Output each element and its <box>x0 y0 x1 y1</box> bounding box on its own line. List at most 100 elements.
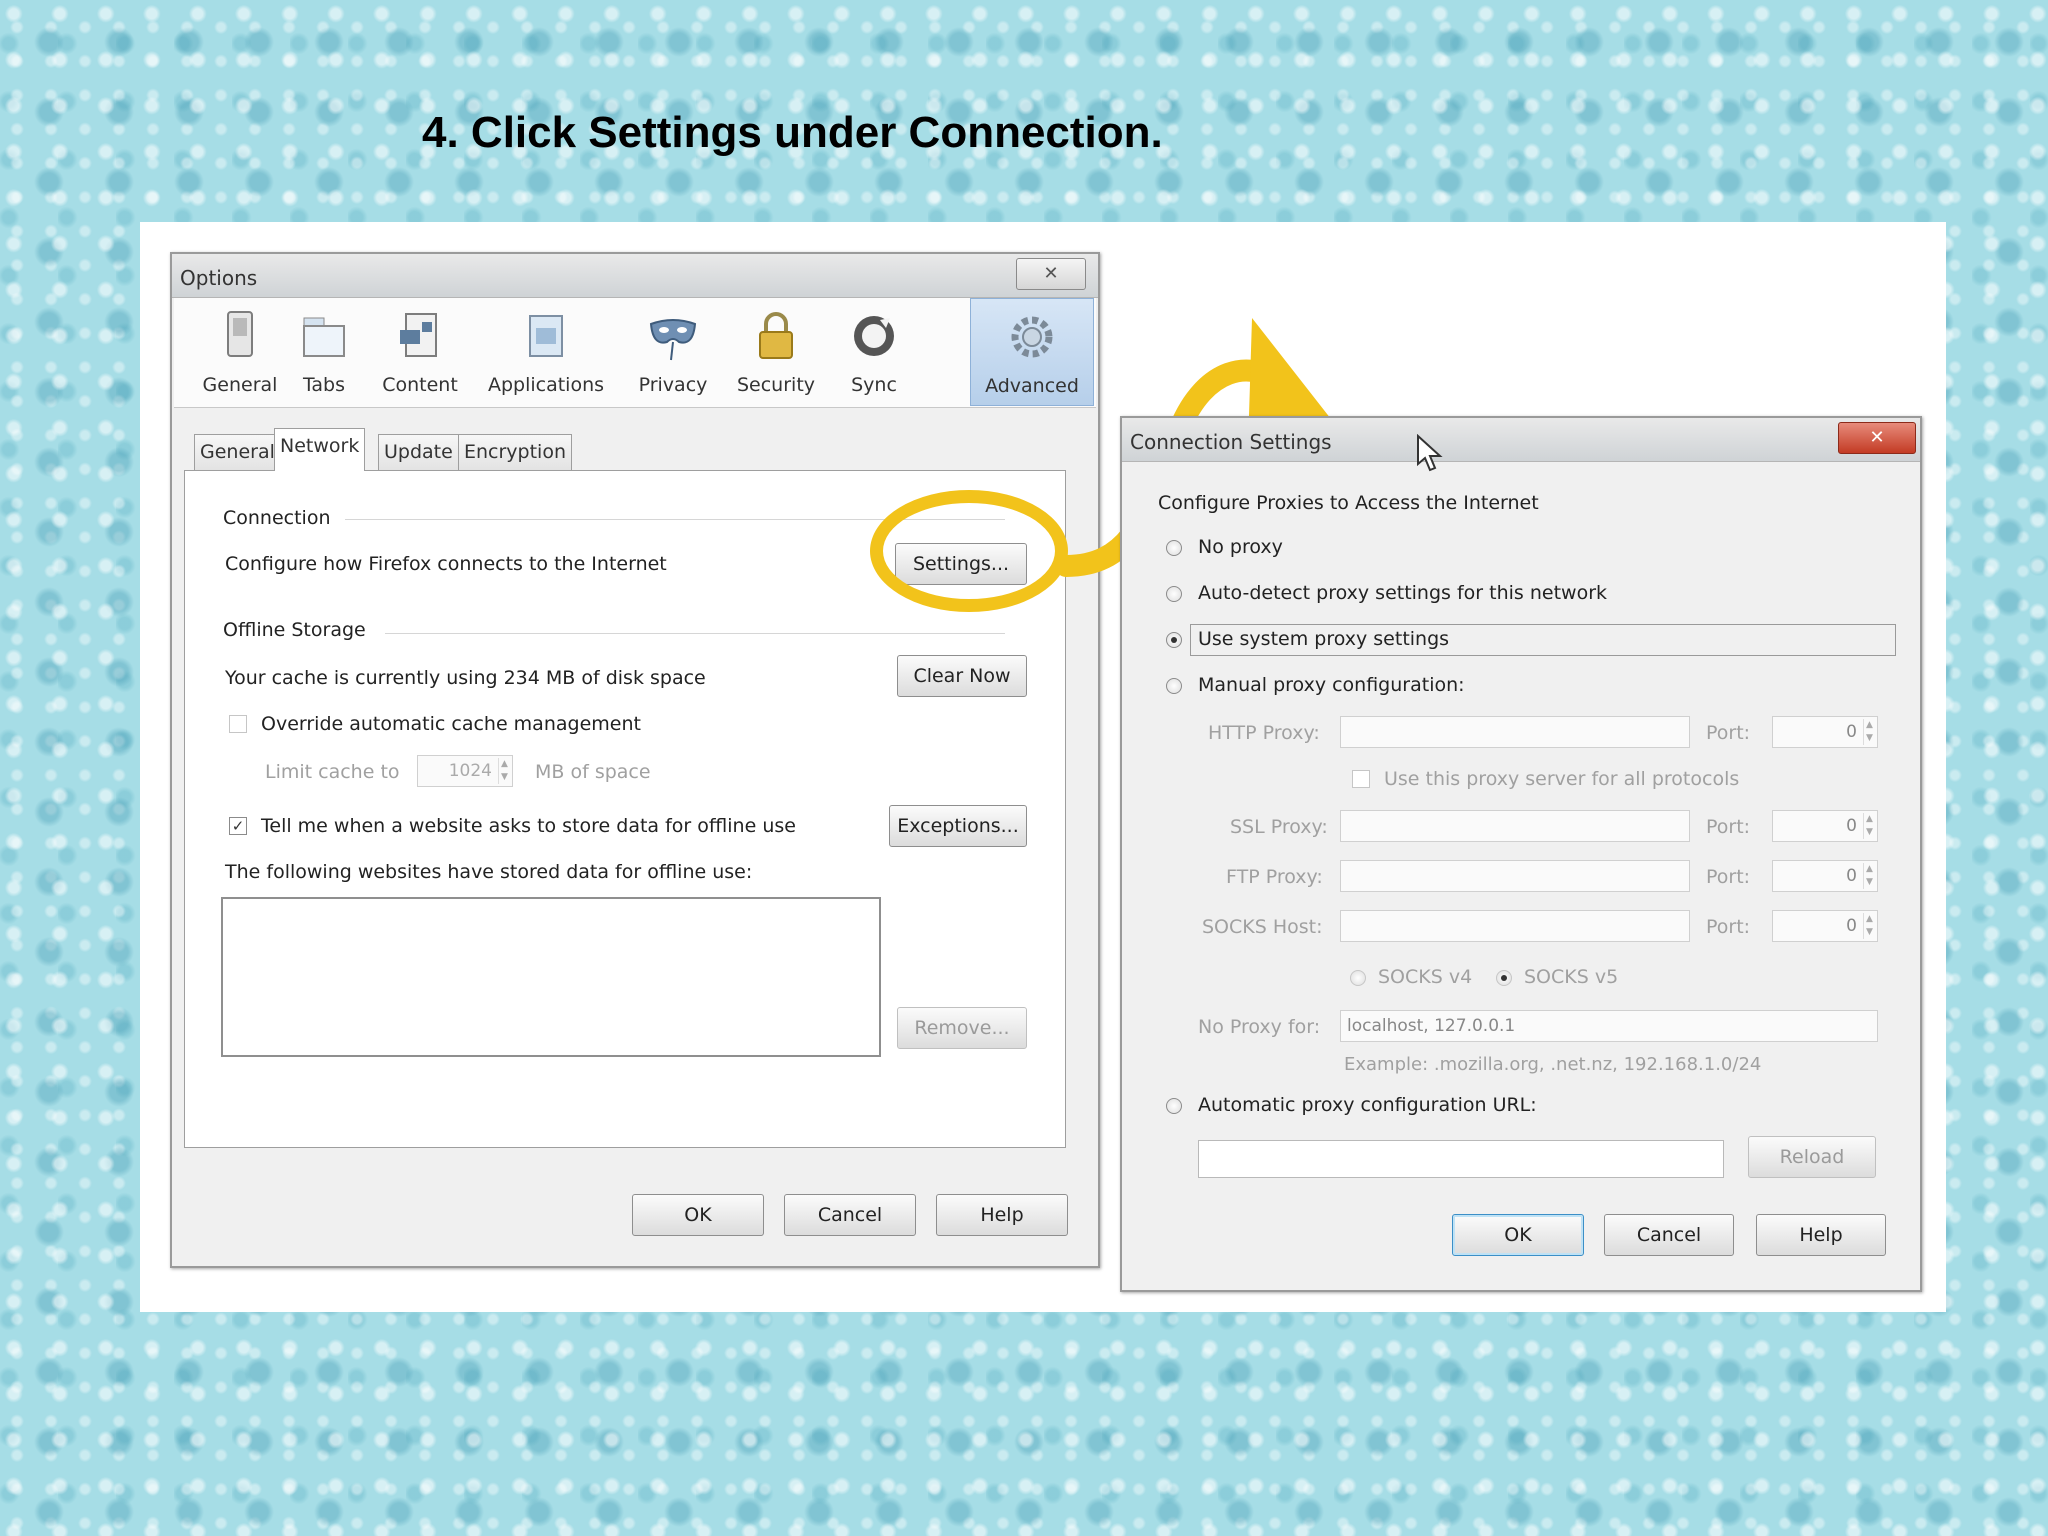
tab-update[interactable]: Update <box>378 434 459 470</box>
manual-proxy-radio[interactable] <box>1166 678 1182 694</box>
socks-port-value: 0 <box>1846 916 1857 936</box>
limit-cache-value: 1024 <box>448 761 492 781</box>
same-proxy-label: Use this proxy server for all protocols <box>1384 768 1740 790</box>
socks-v5-radio[interactable] <box>1496 970 1512 986</box>
connection-ok-button[interactable]: OK <box>1452 1214 1584 1256</box>
toolbar-applications[interactable]: Applications <box>476 298 616 406</box>
ssl-port-spin-icon[interactable]: ▲ ▼ <box>1863 813 1875 839</box>
toolbar-label: Tabs <box>302 374 346 396</box>
options-title-bar[interactable]: Options ✕ <box>172 254 1098 298</box>
options-cancel-button[interactable]: Cancel <box>784 1194 916 1236</box>
tab-network[interactable]: Network <box>274 428 366 471</box>
ftp-port-value: 0 <box>1846 866 1857 886</box>
connection-help-button[interactable]: Help <box>1756 1214 1886 1256</box>
socks-port-label: Port: <box>1706 916 1751 938</box>
socks-port-spin-icon[interactable]: ▲ ▼ <box>1863 913 1875 939</box>
privacy-mask-icon <box>649 319 697 361</box>
socks-host-input[interactable] <box>1340 910 1690 942</box>
clear-now-button[interactable]: Clear Now <box>897 655 1027 697</box>
toolbar-label: Security <box>736 374 816 396</box>
tell-offline-label: Tell me when a website asks to store dat… <box>261 815 796 837</box>
socks-v4-radio[interactable] <box>1350 970 1366 986</box>
reload-button[interactable]: Reload <box>1748 1136 1876 1178</box>
http-port-value: 0 <box>1846 722 1857 742</box>
connection-cancel-button[interactable]: Cancel <box>1604 1214 1734 1256</box>
limit-cache-units: MB of space <box>535 761 651 783</box>
ssl-port-value: 0 <box>1846 816 1857 836</box>
toolbar-sync[interactable]: Sync <box>834 298 914 406</box>
general-switch-icon <box>227 311 253 357</box>
http-port-input[interactable]: 0 ▲ ▼ <box>1772 716 1878 748</box>
no-proxy-radio[interactable] <box>1166 540 1182 556</box>
auto-url-label: Automatic proxy configuration URL: <box>1198 1094 1537 1116</box>
socks-port-input[interactable]: 0 ▲ ▼ <box>1772 910 1878 942</box>
proxy-heading: Configure Proxies to Access the Internet <box>1158 492 1539 514</box>
auto-url-radio[interactable] <box>1166 1098 1182 1114</box>
tell-offline-checkbox[interactable]: ✓ <box>229 817 247 835</box>
system-proxy-label: Use system proxy settings <box>1198 628 1450 650</box>
http-port-spin-icon[interactable]: ▲ ▼ <box>1863 719 1875 745</box>
connection-title-bar[interactable]: Connection Settings ✕ <box>1122 418 1920 462</box>
toolbar-label: Privacy <box>638 374 708 396</box>
applications-window-icon <box>529 315 563 357</box>
remove-button[interactable]: Remove... <box>897 1007 1027 1049</box>
limit-cache-label: Limit cache to <box>265 761 400 783</box>
offline-websites-list[interactable] <box>221 897 881 1057</box>
toolbar-privacy[interactable]: Privacy <box>626 298 720 406</box>
toolbar-label: Content <box>382 374 458 396</box>
connection-description: Configure how Firefox connects to the In… <box>225 553 667 575</box>
no-proxy-example: Example: .mozilla.org, .net.nz, 192.168.… <box>1344 1054 1762 1075</box>
system-proxy-radio[interactable] <box>1166 632 1182 648</box>
toolbar-label: General <box>202 374 278 396</box>
connection-settings-dialog: Connection Settings ✕ Configure Proxies … <box>1120 416 1922 1292</box>
ssl-port-label: Port: <box>1706 816 1751 838</box>
ftp-port-input[interactable]: 0 ▲ ▼ <box>1772 860 1878 892</box>
ftp-port-spin-icon[interactable]: ▲ ▼ <box>1863 863 1875 889</box>
no-proxy-label: No proxy <box>1198 536 1283 558</box>
auto-detect-radio[interactable] <box>1166 586 1182 602</box>
stored-websites-label: The following websites have stored data … <box>225 861 753 883</box>
options-toolbar: General Tabs Content Applications Privac… <box>174 298 1096 408</box>
tab-encryption[interactable]: Encryption <box>458 434 573 470</box>
http-port-label: Port: <box>1706 722 1751 744</box>
http-proxy-input[interactable] <box>1340 716 1690 748</box>
tab-general[interactable]: General <box>194 434 281 470</box>
ftp-proxy-input[interactable] <box>1340 860 1690 892</box>
mouse-cursor-icon <box>1417 434 1443 472</box>
socks-v4-label: SOCKS v4 <box>1378 966 1473 988</box>
connection-heading: Connection <box>223 507 331 529</box>
offline-storage-heading: Offline Storage <box>223 619 366 641</box>
manual-proxy-label: Manual proxy configuration: <box>1198 674 1465 696</box>
auto-url-input[interactable] <box>1198 1140 1724 1178</box>
options-close-icon[interactable]: ✕ <box>1016 258 1086 290</box>
options-help-button[interactable]: Help <box>936 1194 1068 1236</box>
toolbar-security[interactable]: Security <box>728 298 824 406</box>
same-proxy-checkbox[interactable] <box>1352 770 1370 788</box>
offline-divider <box>385 633 1005 634</box>
exceptions-button[interactable]: Exceptions... <box>889 805 1027 847</box>
toolbar-general[interactable]: General <box>200 298 280 406</box>
options-dialog-title: Options <box>180 266 258 290</box>
options-dialog: Options ✕ General Tabs Content Applicati… <box>170 252 1100 1268</box>
limit-cache-spin-icon[interactable]: ▲ ▼ <box>498 758 510 784</box>
override-cache-checkbox[interactable] <box>229 715 247 733</box>
sync-arrows-icon <box>854 316 894 356</box>
options-ok-button[interactable]: OK <box>632 1194 764 1236</box>
toolbar-content[interactable]: Content <box>370 298 470 406</box>
limit-cache-input[interactable]: 1024 ▲ ▼ <box>417 755 513 787</box>
ssl-proxy-label: SSL Proxy: <box>1230 816 1328 838</box>
connection-close-icon[interactable]: ✕ <box>1838 422 1916 454</box>
toolbar-label: Applications <box>487 374 605 396</box>
ssl-port-input[interactable]: 0 ▲ ▼ <box>1772 810 1878 842</box>
no-proxy-for-label: No Proxy for: <box>1198 1016 1321 1038</box>
override-cache-label: Override automatic cache management <box>261 713 641 735</box>
ssl-proxy-input[interactable] <box>1340 810 1690 842</box>
ftp-port-label: Port: <box>1706 866 1751 888</box>
socks-host-label: SOCKS Host: <box>1202 916 1323 938</box>
auto-detect-label: Auto-detect proxy settings for this netw… <box>1198 582 1608 604</box>
toolbar-tabs[interactable]: Tabs <box>286 298 362 406</box>
content-page-icon <box>400 313 437 357</box>
slide-title: 4. Click Settings under Connection. <box>422 108 1163 157</box>
no-proxy-for-input[interactable]: localhost, 127.0.0.1 <box>1340 1010 1878 1042</box>
http-proxy-label: HTTP Proxy: <box>1208 722 1320 744</box>
